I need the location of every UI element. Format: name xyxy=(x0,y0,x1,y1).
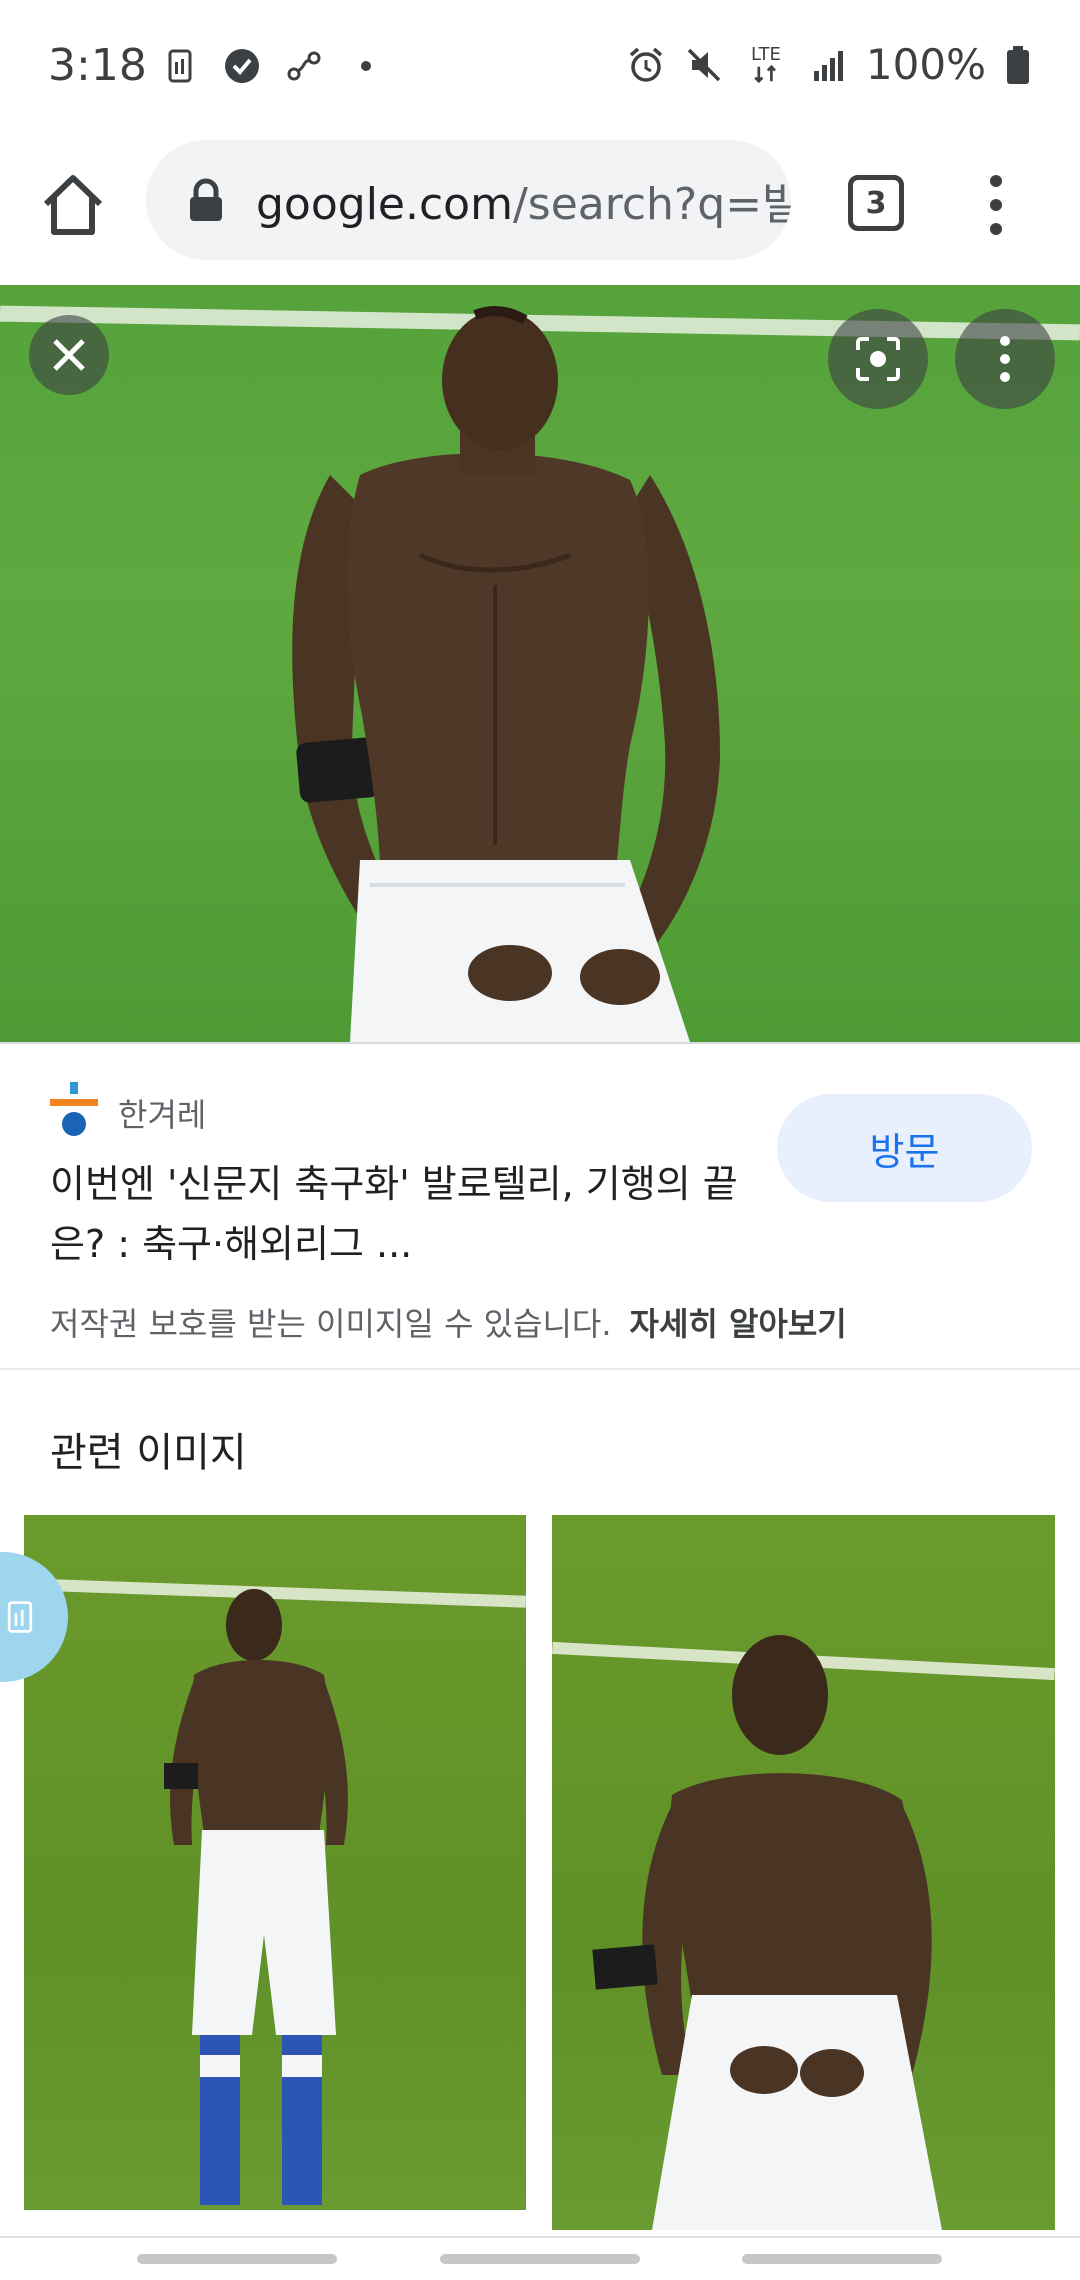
preview-image[interactable] xyxy=(0,285,1080,1042)
source-title-link[interactable]: 이번엔 '신문지 축구화' 발로텔리, 기행의 끝은? : 축구·해외리그 ..… xyxy=(50,1154,750,1274)
url-text: google.com/search?q=발 xyxy=(256,168,791,232)
copyright-notice: 저작권 보호를 받는 이미지일 수 있습니다. 자세히 알아보기 xyxy=(50,1299,847,1345)
home-button[interactable] xyxy=(38,170,108,240)
battery-percent: 100% xyxy=(865,40,986,89)
lens-search-button[interactable] xyxy=(828,309,928,409)
more-vert-icon xyxy=(1000,336,1010,382)
check-shield-icon xyxy=(222,46,262,86)
player-figure xyxy=(292,306,720,1042)
signal-icon xyxy=(808,45,848,85)
tab-count: 3 xyxy=(865,185,887,221)
alarm-icon xyxy=(626,45,666,85)
link-icon xyxy=(284,46,324,86)
source-logo-icon xyxy=(50,1082,98,1136)
url-path: /search?q=발 xyxy=(512,179,791,230)
source-card: 한겨레 이번엔 '신문지 축구화' 발로텔리, 기행의 끝은? : 축구·해외리… xyxy=(0,1042,1080,1370)
learn-more-link[interactable]: 자세히 알아보기 xyxy=(630,1305,847,1343)
player-figure xyxy=(164,1589,348,2205)
mute-icon xyxy=(684,45,724,85)
url-host: google.com xyxy=(256,179,513,230)
sim-icon xyxy=(160,46,200,86)
lens-icon xyxy=(856,337,900,381)
lock-icon xyxy=(190,178,222,221)
browser-toolbar: google.com/search?q=발 3 xyxy=(0,140,1080,285)
image-more-button[interactable] xyxy=(955,309,1055,409)
tab-switcher-button[interactable]: 3 xyxy=(848,175,904,231)
sim-icon xyxy=(7,1601,33,1633)
related-images-heading: 관련 이미지 xyxy=(50,1430,247,1476)
source-name: 한겨레 xyxy=(118,1096,207,1134)
status-bar: 3:18 LTE 100% xyxy=(0,0,1080,140)
more-vert-icon xyxy=(990,175,1002,235)
copyright-text: 저작권 보호를 받는 이미지일 수 있습니다. xyxy=(50,1305,612,1343)
lte-icon: LTE xyxy=(742,45,790,85)
related-image-1[interactable] xyxy=(24,1515,526,2210)
lte-label: LTE xyxy=(750,43,781,65)
battery-icon xyxy=(1004,45,1032,85)
nav-hint-right[interactable] xyxy=(742,2254,942,2264)
related-image-2[interactable] xyxy=(552,1515,1055,2230)
navigation-bar xyxy=(0,2236,1080,2280)
dot-icon xyxy=(346,46,386,86)
close-icon xyxy=(53,339,85,371)
visit-label: 방문 xyxy=(869,1129,940,1174)
nav-hint-left[interactable] xyxy=(137,2254,337,2264)
player-figure xyxy=(592,1635,942,2230)
close-preview-button[interactable] xyxy=(29,315,109,395)
home-icon xyxy=(43,175,103,235)
status-icons-left xyxy=(160,46,386,86)
status-time: 3:18 xyxy=(48,40,147,91)
visit-button[interactable]: 방문 xyxy=(777,1094,1032,1202)
browser-menu-button[interactable] xyxy=(976,165,1016,245)
nav-hint-center[interactable] xyxy=(440,2254,640,2264)
status-icons-right: LTE 100% xyxy=(626,40,1032,89)
address-bar[interactable]: google.com/search?q=발 xyxy=(146,140,791,260)
